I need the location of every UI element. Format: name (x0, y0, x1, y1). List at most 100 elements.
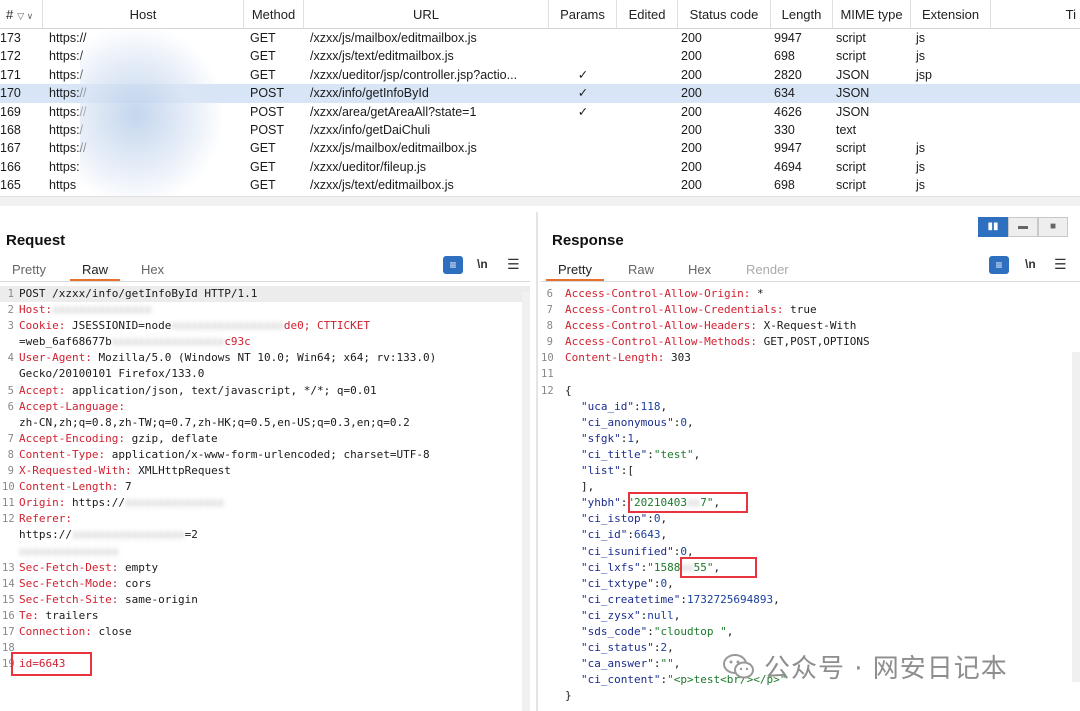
row-mime: JSON (836, 86, 870, 101)
header-value: 303 (664, 351, 691, 365)
header-key: Access-Control-Allow-Origin: (565, 287, 751, 300)
row-extension (911, 84, 991, 102)
col-header-url[interactable]: URL (304, 0, 549, 28)
line-content: Access-Control-Allow-Origin: * (565, 286, 764, 302)
col-header-params[interactable]: Params (549, 0, 617, 28)
json-key: "list" (581, 464, 621, 478)
row-mime: script (836, 31, 866, 45)
header-key: User-Agent: (19, 351, 92, 365)
row-status: 200 (681, 67, 702, 82)
row-mime: script (836, 49, 866, 64)
request-line: 5 Accept: application/json, text/javascri… (0, 383, 530, 399)
row-url: /xzxx/js/mailbox/editmailbox.js (310, 141, 477, 156)
tab-response-pretty[interactable]: Pretty (546, 262, 604, 281)
header-key: Access-Control-Allow-Methods: (565, 335, 758, 349)
col-header-length[interactable]: Length (771, 0, 833, 28)
header-key: Host: (19, 303, 53, 317)
wrap-lines-icon[interactable]: ≡ (989, 256, 1009, 274)
line-content: Connection: close (19, 624, 132, 640)
col-header-method[interactable]: Method (244, 0, 304, 28)
pane-splitter[interactable] (536, 212, 538, 711)
table-row[interactable]: 167 https:// GET/xzxx/js/mailbox/editmailb… (0, 139, 1080, 157)
layout-split-icon[interactable]: ▮▮ (978, 217, 1008, 237)
tab-response-hex[interactable]: Hex (688, 262, 711, 277)
row-length: 698 (774, 178, 795, 193)
line-content: Cookie: JSESSIONID=nodexxxxxxxxxxxxxxxxx… (19, 318, 370, 334)
redacted-text: xxxxxxxxxxxxxxxxx (171, 319, 284, 333)
json-comma: , (673, 608, 681, 622)
header-value: Mozilla/5.0 (Windows NT 10.0; Win64; x64… (91, 351, 437, 365)
header-key: Content-Length: (565, 351, 665, 365)
layout-single-icon[interactable]: ■ (1038, 217, 1068, 237)
menu-icon[interactable]: ☰ (507, 256, 520, 273)
table-row[interactable]: 169 https:// POST/xzxx/area/getAreaAll?sta… (0, 103, 1080, 121)
header-key: Cookie: (19, 319, 66, 333)
line-number: 1 (7, 288, 14, 300)
col-header-ti[interactable]: Ti (991, 0, 1080, 28)
request-line: zh-CN,zh;q=0.8,zh-TW;q=0.7,zh-HK;q=0.5,e… (0, 415, 530, 431)
row-url: /xzxx/ueditor/fileup.js (310, 159, 427, 174)
layout-horizontal-icon[interactable]: ▬ (1008, 217, 1038, 237)
line-content: Sec-Fetch-Dest: empty (19, 560, 158, 576)
tab-request-hex[interactable]: Hex (141, 262, 164, 277)
row-extension (911, 103, 991, 121)
history-horizontal-scrollbar[interactable] (0, 196, 1080, 206)
table-row[interactable]: 166 https: GET/xzxx/ueditor/fileup.js 200 46… (0, 158, 1080, 176)
tab-response-raw[interactable]: Raw (628, 262, 654, 277)
line-number: 10 (2, 481, 15, 494)
json-value: null (647, 608, 674, 622)
wrap-lines-icon[interactable]: ≡ (443, 256, 463, 274)
line-number: 9 (546, 336, 553, 349)
newline-icon[interactable]: \n (477, 257, 488, 271)
json-colon: : (633, 399, 641, 413)
json-key: "ci_zysx" (581, 608, 641, 622)
request-line: 13 Sec-Fetch-Dest: empty (0, 560, 530, 576)
col-header-num[interactable]: # ▽ ∨ (0, 0, 43, 28)
header-value: X-Request-With (757, 319, 857, 333)
row-url: /xzxx/ueditor/jsp/controller.jsp?actio..… (310, 67, 518, 82)
request-line: =web_6af68677bxxxxxxxxxxxxxxxxxc93c (0, 334, 530, 350)
response-scrollbar[interactable] (1072, 352, 1080, 682)
col-header-mime[interactable]: MIME type (833, 0, 911, 28)
col-header-host[interactable]: Host (43, 0, 244, 28)
table-row[interactable]: 173 https:// GET/xzxx/js/mailbox/editmailb… (0, 29, 1080, 47)
response-title: Response (552, 232, 624, 249)
row-length: 2820 (774, 67, 802, 82)
row-num: 170 (0, 86, 21, 101)
row-method: POST (250, 86, 285, 101)
header-value: POST /xzxx/info/getInfoById HTTP/1.1 (19, 287, 258, 300)
table-row[interactable]: 172 https:/ GET/xzxx/js/text/editmailbox.j… (0, 47, 1080, 65)
line-number: 13 (2, 561, 15, 574)
row-length: 9947 (774, 31, 802, 45)
redacted-text: xxxxxxxxxxxxxxx (19, 544, 119, 558)
request-scrollbar[interactable] (522, 292, 530, 711)
line-content: Referer: (19, 511, 72, 527)
tab-response-render[interactable]: Render (746, 262, 789, 277)
tab-request-raw[interactable]: Raw (70, 262, 121, 281)
table-row[interactable]: 170 https:// POST/xzxx/info/getInfoById ✓ 20… (0, 84, 1080, 103)
line-number: 4 (7, 352, 14, 365)
col-header-extension[interactable]: Extension (911, 0, 991, 28)
newline-icon[interactable]: \n (1025, 257, 1036, 271)
json-key: "ci_title" (581, 447, 648, 461)
header-key: Sec-Fetch-Dest: (19, 560, 119, 574)
table-row[interactable]: 165 https GET/xzxx/js/text/editmailbox.js 2… (0, 176, 1080, 194)
header-value: JSESSIONID=node (65, 319, 172, 333)
col-header-edited[interactable]: Edited (617, 0, 678, 28)
row-ti (991, 158, 1080, 176)
header-value: Gecko/20100101 Firefox/133.0 (19, 367, 205, 381)
json-value: "cloudtop " (653, 624, 727, 638)
tab-request-pretty[interactable]: Pretty (12, 262, 46, 277)
line-number: 14 (2, 577, 15, 590)
table-row[interactable]: 168 https:/ POST/xzxx/info/getDaiChuli 200 3… (0, 121, 1080, 139)
menu-icon[interactable]: ☰ (1054, 256, 1067, 273)
line-content: X-Requested-With: XMLHttpRequest (19, 463, 231, 479)
row-status: 200 (681, 104, 702, 119)
col-header-status[interactable]: Status code (678, 0, 771, 28)
json-value: ], (581, 480, 595, 494)
table-row[interactable]: 171 https:/ GET/xzxx/ueditor/jsp/controlle… (0, 66, 1080, 84)
redacted-text: xxxxxxxxxxxxxxxxx (111, 335, 225, 349)
row-status: 200 (681, 178, 702, 193)
request-line: https://xxxxxxxxxxxxxxxxx=2 (0, 527, 530, 543)
request-editor[interactable]: 1 POST /xzxx/info/getInfoById HTTP/1.1 2 Ho… (0, 286, 530, 711)
